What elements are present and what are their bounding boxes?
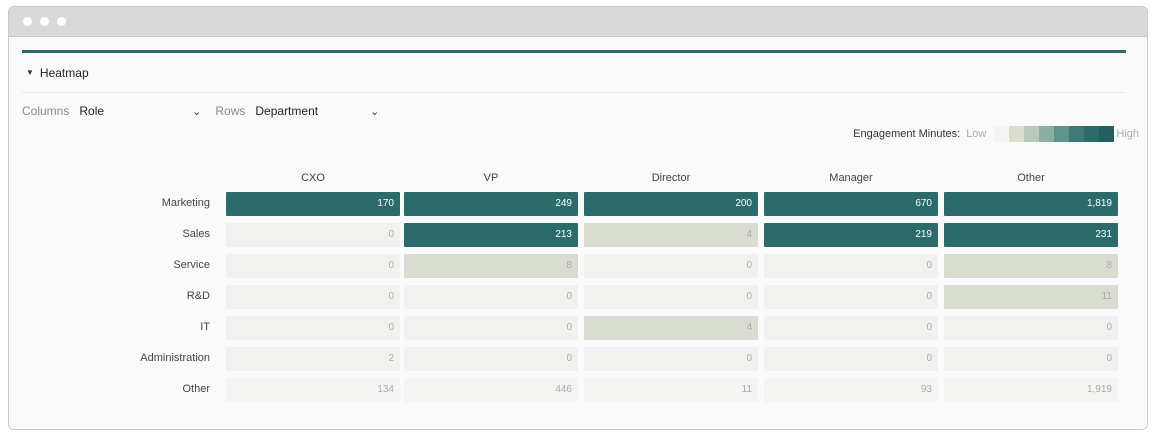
heatmap-cell[interactable]: 93 (764, 378, 938, 402)
window-close-dot[interactable] (23, 17, 32, 26)
legend-swatch (1009, 126, 1025, 142)
color-legend: Engagement Minutes: Low High (853, 126, 1139, 142)
columns-select[interactable]: Role ⌄ (75, 100, 205, 122)
row-label: R&D (186, 290, 210, 302)
heatmap-cell[interactable]: 134 (226, 378, 400, 402)
column-header: Other (1017, 172, 1045, 184)
window-minimize-dot[interactable] (40, 17, 49, 26)
heatmap-cell[interactable]: 0 (764, 316, 938, 340)
section-header[interactable]: ▼ Heatmap (22, 53, 1126, 93)
heatmap-cell[interactable]: 0 (764, 347, 938, 371)
heatmap-cell[interactable]: 4 (584, 223, 758, 247)
section-title: Heatmap (39, 65, 89, 80)
heatmap-cell[interactable]: 8 (404, 254, 578, 278)
heatmap-cell[interactable]: 231 (944, 223, 1118, 247)
rows-label: Rows (215, 104, 246, 118)
row-label: Administration (140, 352, 210, 364)
heatmap-cell[interactable]: 0 (404, 316, 578, 340)
heatmap-cell[interactable]: 11 (584, 378, 758, 402)
rows-select[interactable]: Department ⌄ (251, 100, 383, 122)
heatmap-cell[interactable]: 0 (764, 285, 938, 309)
heatmap-cell[interactable]: 1,819 (944, 192, 1118, 216)
heatmap-cell[interactable]: 4 (584, 316, 758, 340)
columns-label: Columns (22, 104, 70, 118)
heatmap-cell[interactable]: 446 (404, 378, 578, 402)
column-header: CXO (301, 172, 325, 184)
chevron-down-icon: ⌄ (192, 105, 202, 118)
row-label: Other (182, 383, 210, 395)
columns-select-value: Role (79, 104, 105, 118)
heatmap-cell[interactable]: 0 (404, 347, 578, 371)
heatmap-cell[interactable]: 0 (944, 347, 1118, 371)
column-header: Manager (829, 172, 873, 184)
row-label: Service (173, 259, 210, 271)
heatmap-cell[interactable]: 11 (944, 285, 1118, 309)
heatmap-cell[interactable]: 1,919 (944, 378, 1118, 402)
rows-select-value: Department (255, 104, 319, 118)
heatmap-panel: ▼ Heatmap Columns Role ⌄ Rows Department… (22, 50, 1126, 129)
legend-title: Engagement Minutes: (853, 128, 961, 140)
heatmap-cell[interactable]: 170 (226, 192, 400, 216)
heatmap-cell[interactable]: 219 (764, 223, 938, 247)
row-label: Marketing (161, 197, 210, 209)
legend-swatch (1054, 126, 1070, 142)
heatmap-cell[interactable]: 0 (584, 254, 758, 278)
heatmap-cell[interactable]: 0 (226, 223, 400, 247)
legend-swatch (1084, 126, 1100, 142)
heatmap-cell[interactable]: 213 (404, 223, 578, 247)
legend-swatch (994, 126, 1010, 142)
heatmap-controls: Columns Role ⌄ Rows Department ⌄ (22, 93, 1126, 129)
heatmap-cell[interactable]: 0 (226, 316, 400, 340)
legend-swatch (1024, 126, 1040, 142)
heatmap-cell[interactable]: 0 (584, 285, 758, 309)
column-header: VP (483, 172, 499, 184)
heatmap-cell[interactable]: 0 (764, 254, 938, 278)
row-label: IT (200, 321, 210, 333)
legend-swatch (1099, 126, 1115, 142)
legend-swatch (1069, 126, 1085, 142)
heatmap-cell[interactable]: 0 (944, 316, 1118, 340)
heatmap-cell[interactable]: 0 (226, 254, 400, 278)
legend-high-label: High (1116, 128, 1139, 140)
window-maximize-dot[interactable] (57, 17, 66, 26)
legend-swatch (1039, 126, 1055, 142)
legend-low-label: Low (966, 128, 987, 140)
collapse-caret-icon[interactable]: ▼ (26, 68, 34, 77)
row-label: Sales (182, 228, 210, 240)
heatmap-cell[interactable]: 0 (404, 285, 578, 309)
heatmap-cell[interactable]: 2 (226, 347, 400, 371)
heatmap-cell[interactable]: 0 (584, 347, 758, 371)
heatmap-cell[interactable]: 249 (404, 192, 578, 216)
heatmap-cell[interactable]: 200 (584, 192, 758, 216)
heatmap-cell[interactable]: 670 (764, 192, 938, 216)
legend-color-ramp (994, 126, 1115, 142)
heatmap-cell[interactable]: 8 (944, 254, 1118, 278)
chevron-down-icon: ⌄ (370, 105, 380, 118)
column-header: Director (651, 172, 691, 184)
title-bar (9, 7, 1147, 37)
heatmap-cell[interactable]: 0 (226, 285, 400, 309)
